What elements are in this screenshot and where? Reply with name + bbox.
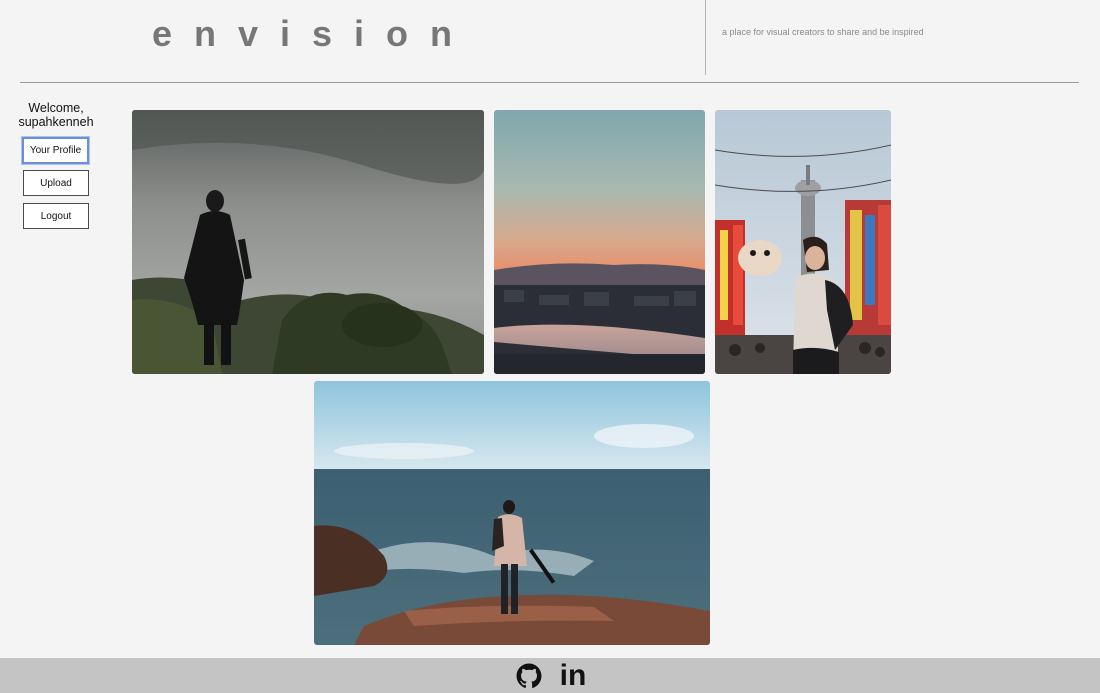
footer: in <box>0 658 1100 693</box>
logout-button[interactable]: Logout <box>23 203 89 229</box>
your-profile-button[interactable]: Your Profile <box>22 137 89 164</box>
linkedin-icon[interactable]: in <box>556 659 590 692</box>
gallery-photo-neon-street[interactable] <box>715 110 891 374</box>
welcome-message: Welcome, supahkenneh <box>16 101 96 129</box>
gallery-photo-ocean-rocks[interactable] <box>314 381 710 645</box>
site-logo[interactable]: envision <box>152 12 474 56</box>
gallery-photo-sunset-city[interactable] <box>494 110 705 374</box>
github-icon-glyph <box>516 663 542 688</box>
welcome-username: supahkenneh <box>18 115 94 129</box>
github-icon[interactable] <box>514 662 544 690</box>
upload-button[interactable]: Upload <box>23 170 89 196</box>
site-tagline: a place for visual creators to share and… <box>722 27 924 37</box>
photo-sunset-city-image <box>494 110 705 374</box>
gallery-photo-foggy-hill[interactable] <box>132 110 484 374</box>
header-vertical-divider <box>705 0 706 75</box>
photo-neon-street-image <box>715 110 891 374</box>
header-divider <box>20 82 1079 83</box>
welcome-label: Welcome, <box>28 101 84 115</box>
photo-foggy-hill-image <box>132 110 484 374</box>
photo-ocean-rocks-image <box>314 381 710 645</box>
linkedin-icon-glyph: in <box>559 659 587 692</box>
